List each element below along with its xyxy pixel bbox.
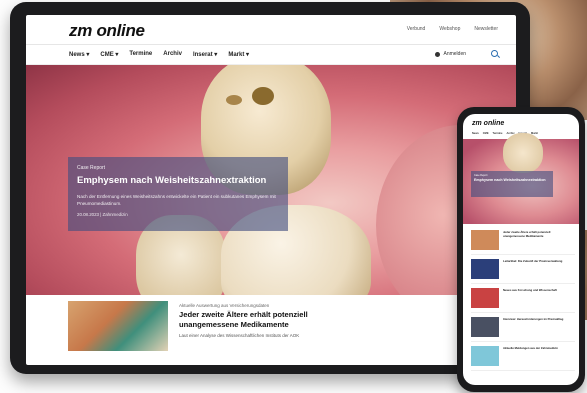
login-label: Anmelden [443,51,466,57]
phone-hero-tooth [503,133,543,173]
list-item[interactable]: Aktuelle Meldungen aus der Zahnmedizin [471,344,575,371]
list-title: Interview: Herausforderungen im Praxisal… [503,317,564,321]
top-link-newsletter[interactable]: Newsletter [474,26,498,32]
hero-headline[interactable]: Emphysem nach Weisheitszahnextraktion [77,175,279,186]
article-kicker: Aktuelle Auswertung aus Versicherungsdat… [179,303,270,308]
top-link-verbund[interactable]: Verbund [407,26,426,32]
search-icon[interactable] [491,50,498,57]
phone-hero-image[interactable]: Case Report Emphysem nach Weisheitszahne… [463,133,579,224]
top-links: Verbund Webshop Newsletter [407,26,498,32]
decay-spot [226,95,242,105]
nav-item-cme[interactable]: CME ▾ [100,51,118,58]
phone-nav-item[interactable]: CME [483,132,489,135]
marketing-composite: zm online Verbund Webshop Newsletter New… [0,0,587,393]
site-logo[interactable]: zm online [69,21,145,41]
article-teaser[interactable]: Aktuelle Auswertung aus Versicherungsdat… [26,295,516,365]
list-title: Jeder zweite Ältere erhält potenziell un… [503,230,551,238]
list-thumbnail [471,259,499,279]
article-teaser-text: Laut einer Analyse des Wissenschaftliche… [179,333,300,338]
phone-article-list: Jeder zweite Ältere erhält potenziell un… [471,228,575,373]
list-thumbnail [471,288,499,308]
hero-teaser: Nach der Entfernung eines Weisheitszahns… [77,194,276,206]
tablet-screen: zm online Verbund Webshop Newsletter New… [26,15,516,365]
nav-item-termine[interactable]: Termine [129,51,152,58]
list-thumbnail [471,317,499,337]
phone-nav-item[interactable]: Termine [493,132,503,135]
phone-nav-item[interactable]: News [472,132,479,135]
decay-spot [252,87,274,105]
phone-device: zm online News CME Termine Archiv Insera… [457,107,585,392]
nav-item-archiv[interactable]: Archiv [163,51,182,58]
hero-article-card[interactable]: Case Report Emphysem nach Weisheitszahne… [68,157,288,231]
main-nav: News ▾ CME ▾ Termine Archiv Inserat ▾ Ma… [26,45,516,65]
list-title: Neues aus Forschung und Wissenschaft [503,288,557,292]
user-icon [435,51,441,57]
nav-item-news[interactable]: News ▾ [69,51,89,58]
list-title: Leitartikel: Die Zukunft der Praxisverwa… [503,259,563,263]
hero-meta: 20.08.2023 | Zahnmedizin [77,212,128,217]
list-item[interactable]: Neues aus Forschung und Wissenschaft [471,286,575,313]
nav-item-inserat[interactable]: Inserat ▾ [193,51,217,58]
list-thumbnail [471,230,499,250]
tablet-device: zm online Verbund Webshop Newsletter New… [10,2,530,374]
article-headline[interactable]: Jeder zweite Ältere erhält potenziell un… [179,310,359,329]
phone-hero-headline[interactable]: Emphysem nach Weisheitszahnextraktion [474,178,550,182]
login-link[interactable]: Anmelden [435,51,466,57]
phone-hero-card[interactable]: Case Report Emphysem nach Weisheitszahne… [471,171,553,197]
list-item[interactable]: Interview: Herausforderungen im Praxisal… [471,315,575,342]
list-item[interactable]: Jeder zweite Ältere erhält potenziell un… [471,228,575,255]
article-thumbnail[interactable] [68,301,168,351]
hero-image[interactable]: Case Report Emphysem nach Weisheitszahne… [26,65,516,295]
list-title: Aktuelle Meldungen aus der Zahnmedizin [503,346,559,350]
nav-item-markt[interactable]: Markt ▾ [228,51,249,58]
site-header: zm online Verbund Webshop Newsletter [26,15,516,45]
phone-hero-kicker: Case Report [474,174,488,177]
phone-logo[interactable]: zm online [472,120,504,127]
hero-kicker: Case Report [77,165,106,171]
list-thumbnail [471,346,499,366]
top-link-webshop[interactable]: Webshop [439,26,460,32]
phone-screen: zm online News CME Termine Archiv Insera… [463,114,579,385]
list-item[interactable]: Leitartikel: Die Zukunft der Praxisverwa… [471,257,575,284]
